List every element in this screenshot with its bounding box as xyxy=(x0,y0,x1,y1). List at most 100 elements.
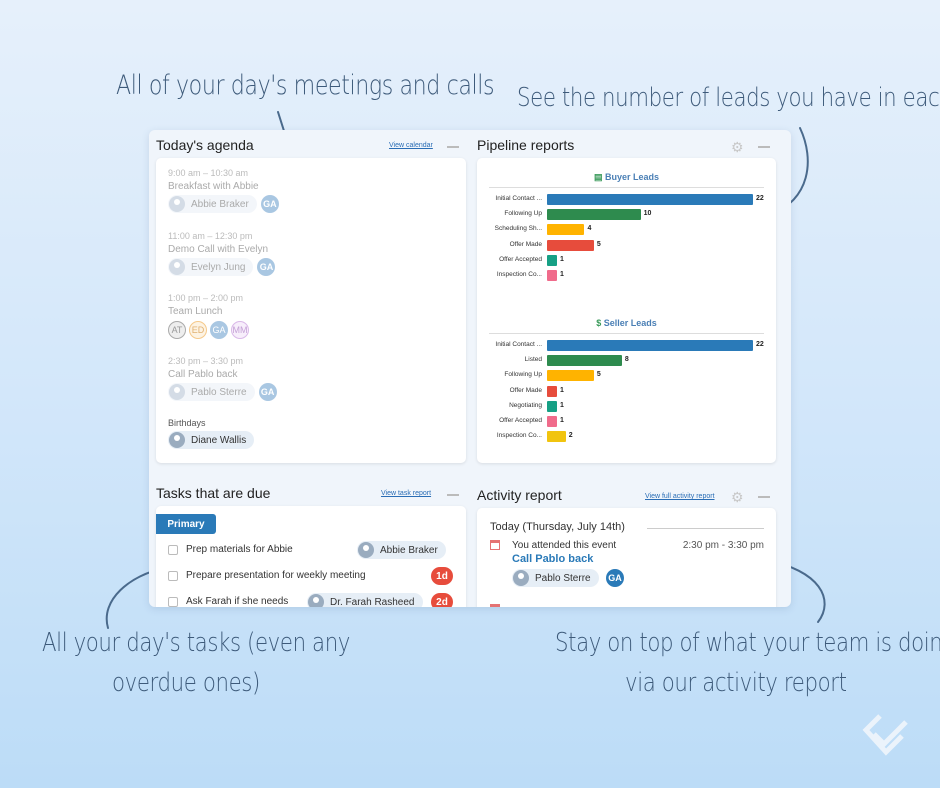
calendar-icon xyxy=(490,604,500,607)
contact-name: Abbie Braker xyxy=(380,544,438,556)
contact-chip[interactable]: Evelyn Jung xyxy=(168,258,254,276)
task-item: Prepare presentation for weekly meeting xyxy=(168,570,366,581)
view-calendar-link[interactable]: View calendar xyxy=(389,142,433,149)
attendee-avatar: ED xyxy=(189,321,207,339)
chart-title: Seller Leads xyxy=(603,318,657,328)
bar-label: Offer Accepted xyxy=(499,417,542,424)
event-time: 11:00 am – 12:30 pm xyxy=(168,231,253,241)
pipeline-settings-gear-icon[interactable]: ⚙ xyxy=(731,140,744,154)
task-text[interactable]: Prep materials for Abbie xyxy=(186,544,293,555)
bar[interactable] xyxy=(547,209,641,221)
bar-label: Following Up xyxy=(504,210,542,218)
bar-value: 8 xyxy=(624,356,629,364)
contact-chip[interactable]: Abbie Braker xyxy=(168,195,257,213)
activity-text: You attended this event xyxy=(512,540,617,551)
avatar xyxy=(358,542,374,558)
agenda-event[interactable]: 1:00 pm – 2:00 pm Team Lunch AT ED GA MM xyxy=(168,293,252,339)
birthday-chip[interactable]: Diane Wallis xyxy=(168,431,255,449)
avatar xyxy=(169,259,185,275)
view-activity-report-link[interactable]: View full activity report xyxy=(645,493,715,500)
tasks-title: Tasks that are due xyxy=(156,485,271,501)
owner-avatar: GA xyxy=(257,258,276,276)
collapse-pipeline-button[interactable] xyxy=(758,146,770,148)
contact-name: Abbie Braker xyxy=(191,198,249,210)
owner-avatar: GA xyxy=(258,383,277,401)
brand-logo-icon xyxy=(862,714,908,756)
contact-name: Pablo Sterre xyxy=(191,386,247,398)
agenda-event[interactable]: 11:00 am – 12:30 pm Demo Call with Evely… xyxy=(168,231,276,276)
bar-value: 4 xyxy=(587,225,592,233)
avatar xyxy=(308,594,324,607)
activity-day-heading: Today (Thursday, July 14th) xyxy=(490,521,625,533)
collapse-activity-button[interactable] xyxy=(758,496,770,498)
contact-name: Dr. Farah Rasheed xyxy=(330,596,415,608)
pipeline-card: ▤ Buyer Leads Initial Contact ... 22 Follo… xyxy=(477,158,776,463)
seller-leads-heading: $ Seller Leads xyxy=(477,318,776,328)
bar-value: 1 xyxy=(560,386,564,394)
bar-value: 10 xyxy=(643,210,652,218)
avatar xyxy=(169,384,185,400)
bar[interactable] xyxy=(547,370,594,382)
bar[interactable] xyxy=(547,416,557,427)
activity-event-link[interactable]: Call Pablo back xyxy=(512,553,593,565)
bar[interactable] xyxy=(547,239,594,251)
owner-avatar: GA xyxy=(606,569,624,587)
task-checkbox[interactable] xyxy=(168,544,178,555)
task-checkbox[interactable] xyxy=(168,596,178,607)
task-checkbox[interactable] xyxy=(168,570,178,581)
bar-value: 1 xyxy=(560,271,564,278)
overdue-badge: 1d xyxy=(431,567,453,585)
collapse-agenda-button[interactable] xyxy=(447,146,459,148)
bar-value: 22 xyxy=(756,195,764,202)
contact-chip[interactable]: Abbie Braker xyxy=(357,541,446,559)
bar-value: 1 xyxy=(560,401,564,409)
agenda-event[interactable]: 9:00 am – 10:30 am Breakfast with Abbie … xyxy=(168,168,279,213)
attendee-avatar: MM xyxy=(231,321,249,339)
app-screenshot: Today's agenda View calendar 9:00 am – 1… xyxy=(149,130,791,607)
chart-title: Buyer Leads xyxy=(605,172,660,182)
tab-primary[interactable]: Primary xyxy=(156,514,216,534)
pipeline-title: Pipeline reports xyxy=(477,137,575,153)
birthday-name: Diane Wallis xyxy=(191,434,247,446)
event-time: 2:30 pm – 3:30 pm xyxy=(168,356,244,366)
bar-label: Negotiating xyxy=(509,401,542,409)
bar-value: 2 xyxy=(568,432,573,440)
task-text[interactable]: Prepare presentation for weekly meeting xyxy=(186,570,366,581)
bar-label: Inspection Co... xyxy=(496,271,542,278)
bar-value: 22 xyxy=(756,341,764,348)
view-task-report-link[interactable]: View task report xyxy=(381,490,431,497)
event-name: Breakfast with Abbie xyxy=(168,181,259,192)
bar[interactable] xyxy=(547,355,622,367)
birthdays-label: Birthdays xyxy=(168,418,206,428)
buyer-leads-heading: ▤ Buyer Leads xyxy=(477,172,776,183)
event-name: Demo Call with Evelyn xyxy=(168,244,269,255)
divider xyxy=(647,528,764,529)
attendee-avatar: GA xyxy=(210,321,228,339)
contact-chip[interactable]: Dr. Farah Rasheed xyxy=(307,593,423,607)
bar-label: Offer Accepted xyxy=(499,255,542,263)
bar[interactable] xyxy=(547,431,566,443)
bar-label: Initial Contact ... xyxy=(495,195,542,202)
money-icon: ▤ xyxy=(593,172,603,182)
bar[interactable] xyxy=(547,400,557,412)
collapse-tasks-button[interactable] xyxy=(447,494,459,496)
bar[interactable] xyxy=(547,224,585,236)
divider xyxy=(489,333,764,334)
bar[interactable] xyxy=(547,340,753,351)
contact-name: Evelyn Jung xyxy=(191,261,246,273)
task-text[interactable]: Ask Farah if she needs xyxy=(186,596,288,607)
bar[interactable] xyxy=(547,254,557,266)
divider xyxy=(489,187,764,188)
contact-chip[interactable]: Pablo Sterre xyxy=(512,569,599,587)
activity-settings-gear-icon[interactable]: ⚙ xyxy=(731,490,744,504)
bar-value: 5 xyxy=(596,371,601,379)
bar-value: 1 xyxy=(560,417,564,424)
bar-label: Offer Made xyxy=(509,386,542,394)
agenda-event[interactable]: 2:30 pm – 3:30 pm Call Pablo back Pablo … xyxy=(168,356,277,401)
bar[interactable] xyxy=(547,385,557,397)
bar[interactable] xyxy=(547,270,557,281)
contact-chip[interactable]: Pablo Sterre xyxy=(168,383,255,401)
bar[interactable] xyxy=(547,194,753,205)
bar-label: Offer Made xyxy=(509,240,542,248)
event-name: Call Pablo back xyxy=(168,369,238,380)
